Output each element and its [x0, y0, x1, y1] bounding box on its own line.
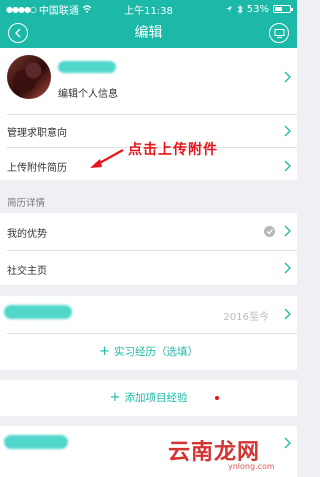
advantage-row[interactable]: 我的优势 [0, 213, 297, 249]
social-row[interactable]: 社交主页 [0, 251, 297, 285]
monitor-icon [274, 29, 285, 38]
status-bar: ●●●●○ 中国联通 上午11:38 53% [0, 0, 297, 18]
experience-card: 2016至今 + 实习经历（选填） [0, 296, 297, 370]
add-project-label: 添加项目经验 [124, 392, 188, 404]
chevron-right-icon [284, 160, 291, 172]
plus-icon: + [109, 390, 121, 405]
preview-button[interactable] [269, 23, 289, 43]
location-icon [225, 6, 232, 12]
upload-resume-label: 上传附件简历 [7, 163, 67, 174]
chevron-right-icon [284, 262, 291, 274]
carrier-label: 中国联通 [38, 5, 79, 17]
profile-card: 编辑个人信息 管理求职意向 上传附件简历 [0, 48, 297, 180]
battery-percent: 53% [246, 3, 269, 15]
project-card: + 添加项目经验 [0, 380, 297, 416]
chevron-right-icon [284, 225, 291, 237]
battery-fill [275, 7, 283, 11]
battery-icon [273, 5, 293, 13]
watermark-url: ynlong.com [228, 462, 275, 471]
arrow-left-icon [90, 149, 124, 168]
add-internship-button[interactable]: + 实习经历（选填） [0, 344, 297, 359]
redacted-company [4, 305, 72, 319]
chevron-right-icon [284, 125, 291, 137]
edit-profile-label: 编辑个人信息 [58, 89, 118, 100]
add-project-button[interactable]: + 添加项目经验 [0, 390, 297, 405]
chevron-right-icon [284, 437, 291, 449]
resume-details-card: 我的优势 社交主页 [0, 213, 297, 285]
divider [7, 333, 297, 334]
bluetooth-icon [237, 4, 243, 14]
plus-icon: + [99, 344, 110, 359]
experience-row[interactable]: 2016至今 [0, 296, 297, 332]
add-internship-label: 实习经历（选填） [113, 346, 198, 358]
signal-icon: ●●●●○ [6, 4, 37, 14]
social-label: 社交主页 [7, 266, 47, 277]
redacted-school [4, 435, 68, 449]
experience-period: 2016至今 [223, 312, 269, 323]
section-header: 简历详情 [7, 198, 46, 209]
annotation-text: 点击上传附件 [128, 142, 218, 158]
page-title: 编辑 [134, 25, 163, 41]
red-dot [215, 396, 219, 400]
chevron-right-icon [284, 308, 291, 320]
job-intent-label: 管理求职意向 [7, 128, 67, 139]
chevron-right-icon [284, 71, 291, 83]
nav-bar: 编辑 [0, 18, 297, 48]
profile-row[interactable]: 编辑个人信息 [0, 48, 297, 108]
wifi-icon [82, 5, 92, 13]
check-icon [264, 226, 275, 237]
redacted-name [58, 61, 116, 73]
advantage-label: 我的优势 [7, 229, 47, 240]
avatar [7, 55, 51, 99]
